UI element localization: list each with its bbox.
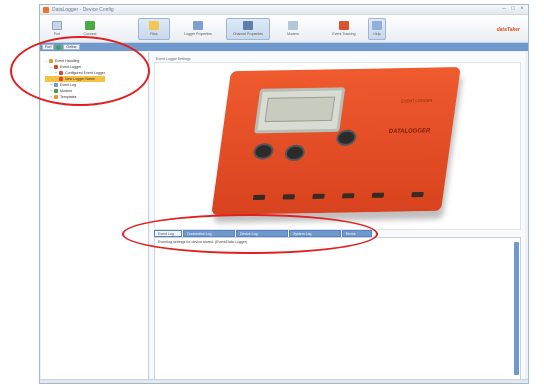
files-icon	[149, 21, 159, 30]
tab-device-log[interactable]: Device Log	[236, 230, 288, 237]
log-tab-strip: Event Log Connection Log Device Log Syst…	[154, 230, 372, 237]
lcd-screen	[264, 96, 336, 123]
datalogger-device-image: EVENT LOGGER DATALOGGER	[211, 67, 461, 215]
folder-icon	[49, 59, 53, 63]
close-button[interactable]: ×	[518, 6, 526, 12]
tab-event-log[interactable]: Event Log	[154, 230, 182, 237]
tab-connection-log[interactable]: Connection Log	[183, 230, 235, 237]
device-port	[341, 193, 355, 199]
device-label: DATALOGGER	[388, 128, 431, 136]
window-title: DataLogger - Device Config	[52, 7, 114, 13]
preview-label: Event Logger Settings	[156, 57, 191, 61]
device-button	[335, 129, 358, 147]
tree-node-label: Templates	[60, 95, 77, 99]
minimize-button[interactable]: –	[500, 6, 508, 12]
device-label-top: EVENT LOGGER	[400, 97, 433, 104]
ribbon-button-logger-properties[interactable]: Logger Properties	[176, 18, 220, 40]
log-line: Eventlog settings for device stored. (Ev…	[158, 240, 248, 244]
ribbon-button-event-tracking[interactable]: Event Tracking	[324, 18, 364, 40]
ribbon-button-connect[interactable]: Connect	[76, 18, 104, 40]
channel-icon	[243, 21, 253, 30]
navigation-tree: – Event Handling – Event Logger + Config…	[45, 58, 105, 100]
connection-controls: Port Online	[42, 44, 80, 50]
logger-icon	[59, 71, 63, 75]
navigation-tree-panel: – Event Handling – Event Logger + Config…	[41, 52, 149, 382]
template-icon	[54, 95, 58, 99]
device-button	[283, 144, 306, 162]
maximize-button[interactable]: □	[509, 6, 517, 12]
modem-icon	[54, 89, 58, 93]
connect-icon	[85, 21, 95, 30]
device-port	[371, 192, 385, 198]
ribbon-toolbar: Port Connect Files Logger Properties Cha…	[40, 15, 528, 43]
app-icon	[43, 7, 49, 13]
tree-node-templates[interactable]: + Templates	[45, 94, 105, 100]
tree-node-label: Modem	[60, 89, 72, 93]
logger-icon	[59, 77, 63, 81]
connection-bar: Port Online	[40, 43, 528, 51]
tree-node-label: Event Log	[60, 83, 77, 87]
status-bar	[40, 379, 528, 383]
tree-node-label: Configured Event Logger	[65, 71, 105, 75]
ribbon-button-channel-properties[interactable]: Channel Properties	[226, 18, 270, 40]
port-selector[interactable]: Port	[42, 44, 55, 50]
log-output-area[interactable]: Eventlog settings for device stored. (Ev…	[154, 237, 521, 380]
online-toggle[interactable]: Online	[63, 44, 80, 50]
device-button	[252, 143, 275, 160]
tree-node-label: New Logger Name	[65, 77, 95, 81]
ribbon-button-files[interactable]: Files	[138, 18, 170, 40]
tree-node-label: Event Handling	[55, 59, 80, 63]
brand-logo: dataTaker	[496, 27, 520, 33]
online-status-icon	[56, 44, 62, 50]
properties-icon	[193, 21, 203, 30]
ribbon-button-modem[interactable]: Modem	[278, 18, 308, 40]
tab-errors[interactable]: Errors	[342, 230, 372, 237]
modem-icon	[288, 21, 298, 30]
help-icon	[372, 21, 382, 30]
log-icon	[54, 83, 58, 87]
device-port	[252, 194, 266, 201]
title-bar: DataLogger - Device Config – □ ×	[40, 5, 528, 15]
log-scrollbar[interactable]	[514, 242, 519, 375]
logger-icon	[54, 65, 58, 69]
port-icon	[52, 21, 62, 30]
tab-system-log[interactable]: System Log	[289, 230, 341, 237]
ribbon-button-help[interactable]: Help	[368, 18, 386, 40]
device-port	[312, 193, 325, 199]
tree-node-label: Event Logger	[60, 65, 82, 69]
event-icon	[339, 21, 349, 30]
device-lcd-display	[254, 87, 346, 134]
ribbon-button-port[interactable]: Port	[46, 18, 68, 40]
device-port	[411, 191, 424, 198]
device-port	[282, 194, 296, 200]
